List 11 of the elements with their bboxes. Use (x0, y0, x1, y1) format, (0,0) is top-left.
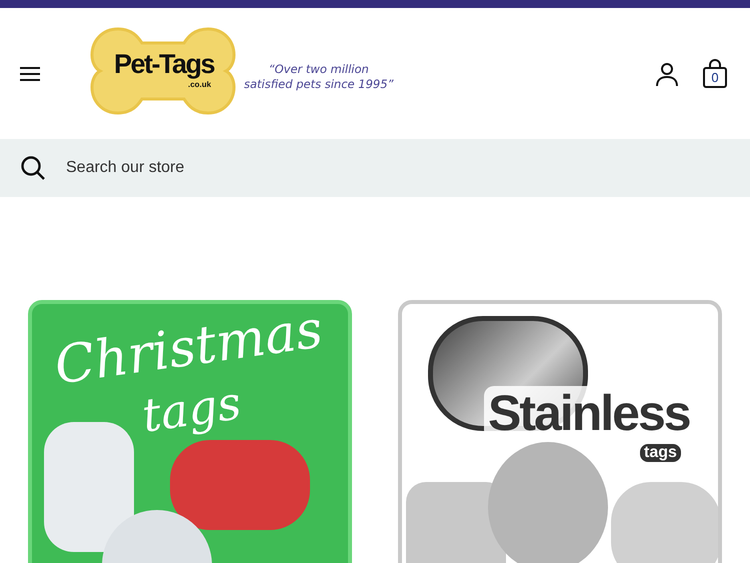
card-subtitle: tags (138, 375, 244, 443)
card-subtitle: tags (640, 444, 681, 462)
tagline: “Over two million satisfied pets since 1995” (244, 62, 394, 92)
menu-icon[interactable] (20, 66, 40, 82)
search-bar[interactable]: Search our store (0, 139, 750, 197)
logo-domain: .co.uk (188, 80, 212, 88)
search-field[interactable]: Search our store (64, 158, 730, 178)
account-icon[interactable] (654, 60, 680, 86)
search-icon (20, 155, 46, 181)
logo-text: Pet-Tags (114, 48, 214, 80)
category-card[interactable]: Stainless tags (398, 300, 722, 563)
